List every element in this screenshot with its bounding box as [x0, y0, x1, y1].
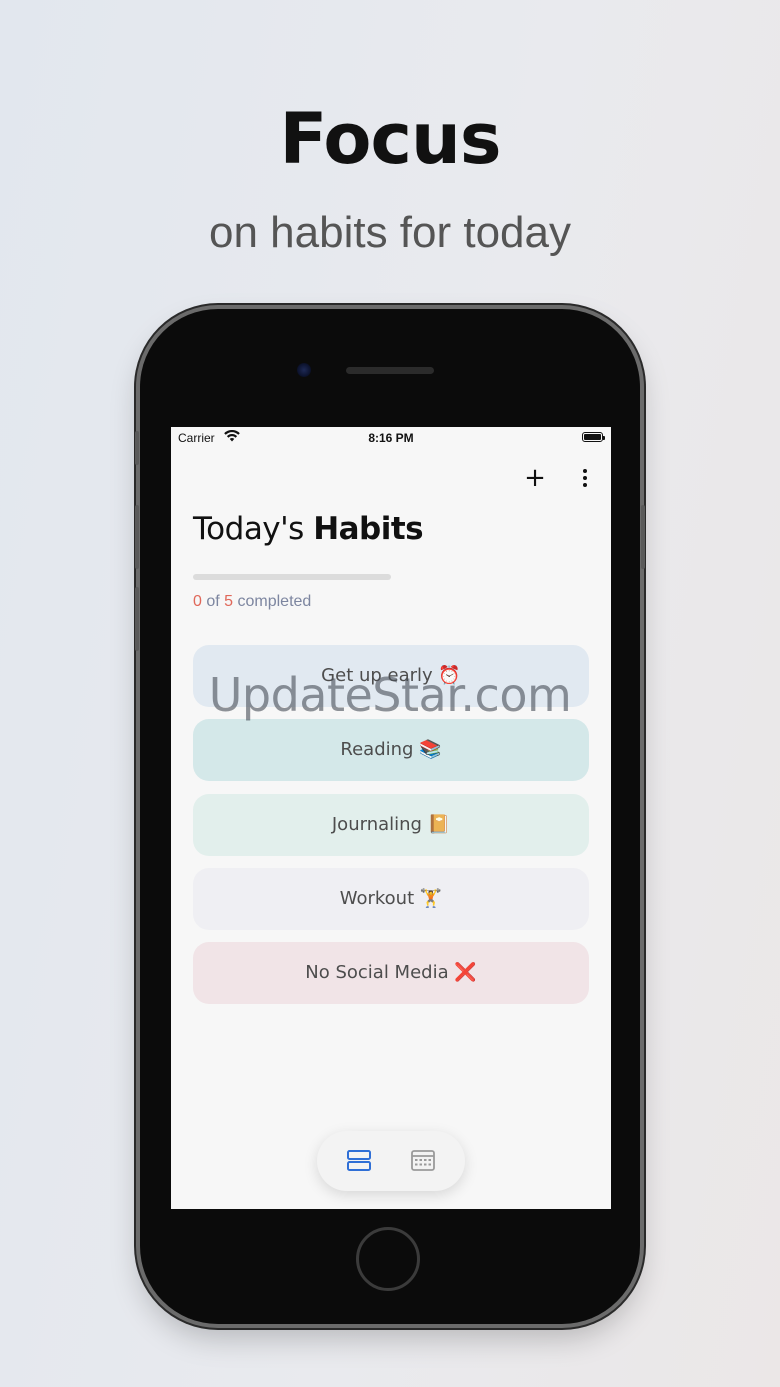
app-screen: Carrier 8:16 PM + Today's Habits 0 of 5 …: [171, 427, 611, 1209]
total-count: 5: [224, 593, 234, 610]
completion-count: 0 of 5 completed: [193, 593, 311, 611]
phone-volume-down: [135, 587, 139, 651]
page-title-prefix: Today's: [193, 511, 314, 547]
tab-list-view[interactable]: [344, 1146, 374, 1176]
of-label: of: [201, 593, 225, 610]
battery-icon: [582, 432, 605, 442]
add-habit-button[interactable]: +: [521, 464, 549, 492]
plus-icon: +: [524, 463, 546, 493]
habit-label: Workout 🏋️: [339, 888, 443, 909]
progress-bar: [193, 574, 391, 580]
completed-suffix: completed: [233, 593, 312, 610]
status-bar: Carrier 8:16 PM: [171, 427, 611, 449]
completed-count: 0: [193, 593, 202, 610]
promo-subline: on habits for today: [208, 208, 571, 257]
more-vertical-icon: [576, 469, 594, 487]
habit-card[interactable]: Workout 🏋️: [193, 868, 589, 930]
habit-card[interactable]: Get up early ⏰: [193, 645, 589, 707]
phone-volume-up: [135, 505, 139, 569]
habit-card[interactable]: Journaling 📔: [193, 794, 589, 856]
page-title: Today's Habits: [193, 511, 424, 547]
status-time: 8:16 PM: [368, 431, 414, 445]
page-title-bold: Habits: [313, 511, 424, 547]
habit-label: Reading 📚: [340, 739, 442, 760]
bottom-tab-bar: [317, 1131, 465, 1191]
habit-label: Journaling 📔: [331, 814, 451, 835]
front-camera: [297, 363, 311, 377]
calendar-icon: [408, 1150, 438, 1180]
habit-label: Get up early ⏰: [321, 665, 461, 686]
habit-card[interactable]: Reading 📚: [193, 719, 589, 781]
earpiece-speaker: [346, 367, 434, 374]
habit-card[interactable]: No Social Media ❌: [193, 942, 589, 1004]
more-options-button[interactable]: [576, 469, 594, 489]
list-view-icon: [344, 1150, 374, 1180]
home-button[interactable]: [356, 1227, 420, 1291]
phone-silent-switch: [135, 431, 139, 465]
tab-calendar[interactable]: [408, 1146, 438, 1176]
habit-label: No Social Media ❌: [305, 962, 477, 983]
phone-power-button: [641, 505, 645, 569]
phone-frame: Carrier 8:16 PM + Today's Habits 0 of 5 …: [135, 309, 645, 1324]
promo-headline: Focus: [279, 98, 501, 180]
